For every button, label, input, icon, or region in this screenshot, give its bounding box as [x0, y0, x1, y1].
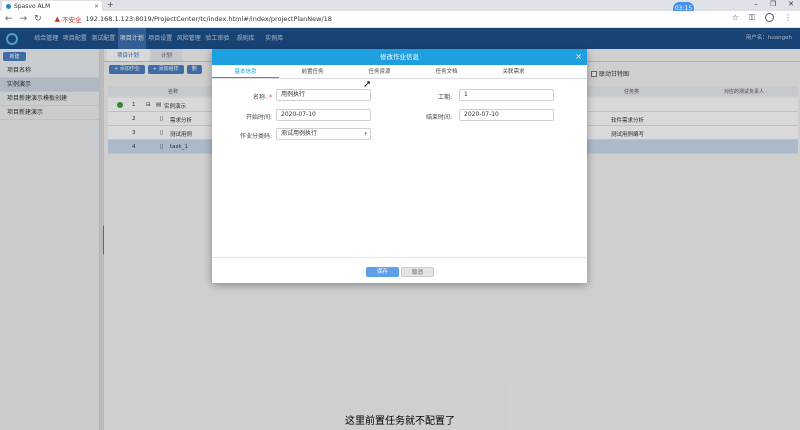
dialog-tabs: 基本信息 前置任务 任务资源 任务文档 关联需求 — [212, 65, 587, 79]
browser-tabstrip: Spasvo ALM × + 03:15 – ❐ ✕ — [0, 0, 800, 15]
close-tab-icon[interactable]: × — [94, 3, 99, 10]
mouse-cursor-icon: ➚ — [363, 79, 372, 90]
tab-requirements[interactable]: 关联需求 — [480, 65, 547, 78]
dialog-header: 修改作业信息 × — [212, 49, 587, 65]
url-text[interactable]: 192.168.1.123:8019/ProjectCenter/tc/inde… — [86, 15, 332, 23]
name-label: 名称: * — [212, 92, 272, 101]
favicon-icon — [6, 3, 11, 9]
forward-icon[interactable]: → — [20, 14, 28, 24]
reload-icon[interactable]: ↻ — [34, 14, 42, 24]
name-input[interactable]: 用例执行 — [276, 89, 371, 101]
start-time-label: 开始时间: — [245, 114, 272, 121]
category-select[interactable]: 测试用例执行 ▾ — [276, 128, 371, 140]
tab-resources[interactable]: 任务资源 — [346, 65, 413, 78]
close-icon[interactable]: × — [575, 49, 582, 65]
key-icon[interactable]: ⚿ — [749, 13, 755, 23]
account-icon[interactable] — [765, 13, 774, 22]
insecure-label[interactable]: 不安全 — [62, 14, 82, 24]
browser-tab[interactable]: Spasvo ALM × — [2, 1, 102, 11]
category-label: 作业分类码: — [239, 133, 272, 140]
minimize-button[interactable]: – — [754, 0, 758, 8]
name-label-text: 名称: — [253, 94, 268, 101]
cancel-button[interactable]: 取消 — [401, 267, 434, 277]
end-time-input[interactable]: 2020-07-10 — [459, 109, 554, 121]
end-time-label: 结束时间: — [425, 114, 452, 121]
close-window-button[interactable]: ✕ — [788, 0, 794, 8]
address-bar: ← → ↻ ▲ 不安全 192.168.1.123:8019/ProjectCe… — [0, 11, 800, 28]
dialog-title: 修改作业信息 — [380, 53, 419, 61]
workdays-label: 工期: — [437, 94, 452, 101]
edit-task-dialog: 修改作业信息 × 基本信息 前置任务 任务资源 任务文档 关联需求 名称: * … — [212, 49, 587, 283]
back-icon[interactable]: ← — [5, 14, 13, 24]
chevron-down-icon: ▾ — [364, 131, 367, 137]
new-tab-button[interactable]: + — [107, 0, 114, 9]
bookmark-star-icon[interactable]: ☆ — [732, 13, 739, 23]
tab-basic-info[interactable]: 基本信息 — [212, 65, 279, 78]
category-value: 测试用例执行 — [281, 130, 318, 137]
tab-predecessor[interactable]: 前置任务 — [279, 65, 346, 78]
warning-icon: ▲ — [54, 15, 61, 23]
maximize-button[interactable]: ❐ — [770, 0, 776, 8]
address-bar-actions: ☆ ⚿ ⋮ — [732, 13, 792, 23]
save-button[interactable]: 保存 — [366, 267, 399, 277]
workdays-input[interactable]: 1 — [459, 89, 554, 101]
dialog-footer: 保存 取消 — [212, 257, 587, 283]
browser-tab-title: Spasvo ALM — [14, 2, 51, 10]
required-mark: * — [269, 94, 272, 101]
start-time-input[interactable]: 2020-07-10 — [276, 109, 371, 121]
tab-documents[interactable]: 任务文档 — [413, 65, 480, 78]
video-subtitle: 这里前置任务就不配置了 — [345, 416, 455, 427]
window-controls: – ❐ ✕ — [754, 0, 794, 8]
more-menu-icon[interactable]: ⋮ — [784, 13, 792, 23]
